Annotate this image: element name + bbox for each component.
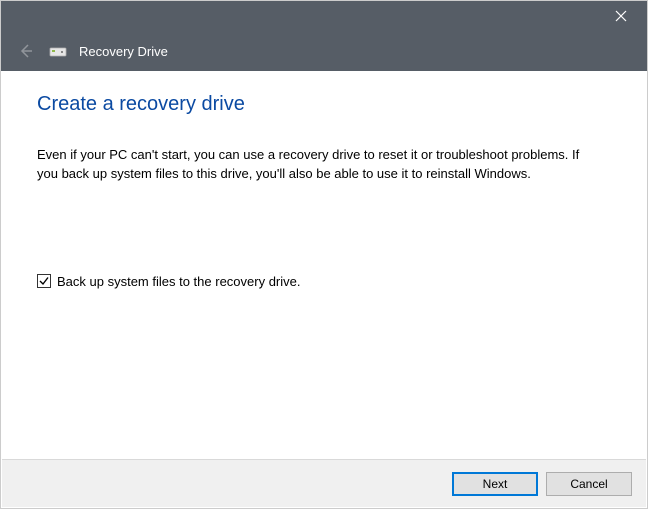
backup-checkbox-row[interactable]: Back up system files to the recovery dri… <box>37 274 611 289</box>
checkmark-icon <box>38 275 50 287</box>
wizard-title: Recovery Drive <box>79 44 168 59</box>
page-heading: Create a recovery drive <box>37 93 611 116</box>
back-button <box>15 40 37 62</box>
content-area: Create a recovery drive Even if your PC … <box>1 71 647 460</box>
backup-checkbox[interactable] <box>37 274 51 288</box>
next-button[interactable]: Next <box>452 472 538 496</box>
back-arrow-icon <box>17 42 35 60</box>
cancel-button[interactable]: Cancel <box>546 472 632 496</box>
backup-checkbox-label: Back up system files to the recovery dri… <box>57 274 300 289</box>
button-bar: Next Cancel <box>2 459 646 507</box>
drive-icon <box>49 44 67 58</box>
close-icon <box>615 10 627 22</box>
titlebar <box>1 1 647 31</box>
page-description: Even if your PC can't start, you can use… <box>37 146 592 184</box>
close-button[interactable] <box>601 2 641 30</box>
wizard-header: Recovery Drive <box>1 31 647 71</box>
